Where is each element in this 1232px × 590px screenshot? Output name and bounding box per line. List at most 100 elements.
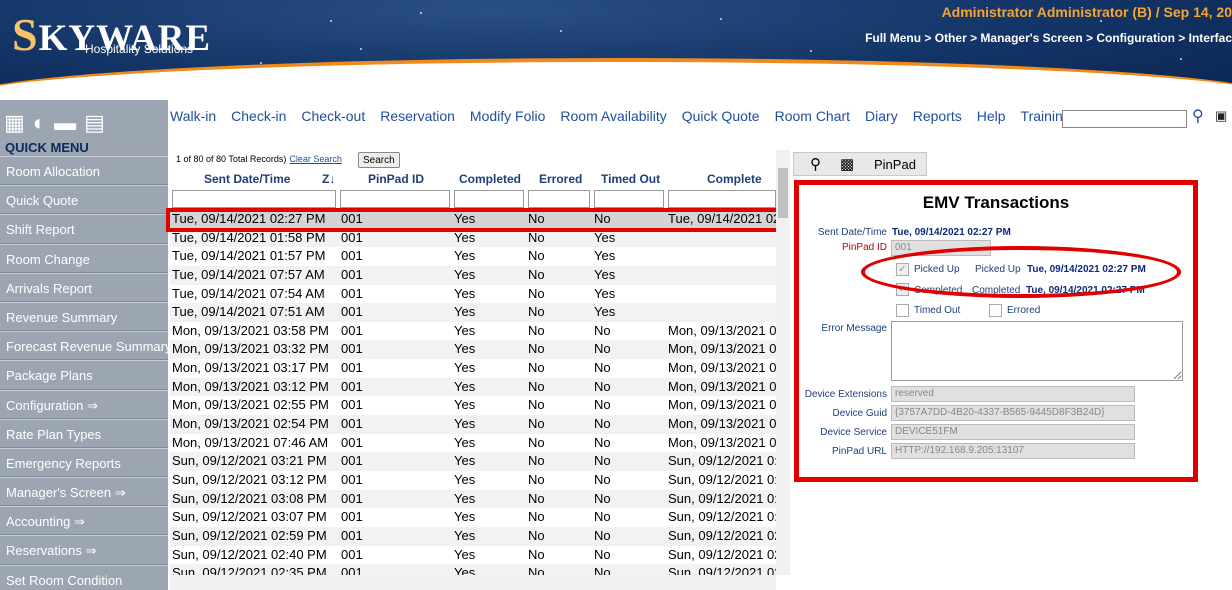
table-row[interactable]: Sun, 09/12/2021 03:08 PM 001 Yes No No Sun, 0… [170,489,776,509]
nav-modify-folio[interactable]: Modify Folio [470,108,545,128]
table-row[interactable]: Sun, 09/12/2021 03:07 PM 001 Yes No No Sun, 0… [170,508,776,527]
search-icon[interactable]: ⚲ [1192,106,1204,126]
table-row[interactable]: Sun, 09/12/2021 02:40 PM 001 Yes No No Sun, 0… [170,545,776,565]
table-row[interactable]: Sun, 09/12/2021 03:21 PM 001 Yes No No Sun, 0… [170,452,776,471]
filter-pinpad-id[interactable] [340,190,450,208]
sidebar: ▦ ◐ ▬ ▤ QUICK MENU Room Allocation Quick… [0,100,171,590]
sidebar-item-accounting[interactable]: Accounting ⇒ [0,506,168,536]
cell-pinpad-id: 001 [341,546,363,562]
logo-subtitle: Hospitality Solutions [85,42,194,56]
col-completed-date[interactable]: Complete [707,172,762,186]
nav-diary[interactable]: Diary [865,108,898,128]
nav-quick-quote[interactable]: Quick Quote [682,108,760,128]
col-pinpad-id[interactable]: PinPad ID [368,172,424,186]
col-completed[interactable]: Completed [459,172,521,186]
tab-pinpad[interactable]: PinPad [874,157,916,172]
device-service-field[interactable]: DEVICE51FM [891,424,1135,440]
breadcrumb[interactable]: Full Menu > Other > Manager's Screen > C… [865,31,1232,45]
table-row[interactable]: Mon, 09/13/2021 02:55 PM 001 Yes No No Mon, 0… [170,396,776,416]
grid-icon[interactable]: ▦ [4,110,25,136]
table-row[interactable]: Sun, 09/12/2021 03:12 PM 001 Yes No No Sun, 0… [170,470,776,490]
sidebar-item-arrivals-report[interactable]: Arrivals Report [0,272,168,302]
sidebar-item-rate-plan-types[interactable]: Rate Plan Types [0,418,168,448]
global-search-input[interactable] [1062,110,1187,128]
nav-room-chart[interactable]: Room Chart [775,108,850,128]
cell-completed: Yes [454,266,476,282]
table-row[interactable]: Mon, 09/13/2021 03:58 PM 001 Yes No No Mon, 0… [170,321,776,341]
nav-room-availability[interactable]: Room Availability [560,108,666,128]
gauge-icon[interactable]: ◐ [33,110,46,136]
cell-errored: No [528,471,545,487]
bars-icon[interactable]: ▬ [54,110,76,136]
sidebar-item-forecast-revenue[interactable]: Forecast Revenue Summary [0,331,171,361]
cell-pinpad-id: 001 [341,416,363,432]
timed-out-label: Timed Out [914,305,961,316]
table-row[interactable]: Mon, 09/13/2021 03:17 PM 001 Yes No No Mon, 0… [170,359,776,378]
table-row[interactable]: Tue, 09/14/2021 07:57 AM 001 Yes No Yes [170,265,776,285]
errored-label: Errored [1007,305,1041,316]
chart-icon[interactable]: ▤ [84,110,105,136]
sidebar-item-emergency-reports[interactable]: Emergency Reports [0,447,168,478]
cell-sent-date: Mon, 09/13/2021 02:54 PM [172,416,329,432]
nav-help[interactable]: Help [977,108,1006,128]
sort-icon[interactable]: Z↓ [322,172,335,186]
cell-sent-date: Mon, 09/13/2021 03:12 PM [172,378,329,394]
cell-timed-out: No [594,397,611,413]
device-extensions-field[interactable]: reserved [891,386,1135,402]
sidebar-item-managers-screen[interactable]: Manager's Screen ⇒ [0,477,168,507]
table-row[interactable]: Sun, 09/12/2021 02:59 PM 001 Yes No No Sun, 0… [170,526,776,546]
error-message-textarea[interactable] [891,321,1183,381]
nav-walk-in[interactable]: Walk-in [170,108,216,128]
sidebar-item-room-change[interactable]: Room Change [0,243,168,273]
cell-timed-out: No [594,434,611,450]
cell-completed: Yes [454,322,476,338]
nav-reports[interactable]: Reports [913,108,962,128]
cell-completed-date: Mon, 09/13/2021 0 [668,322,776,338]
errored-checkbox[interactable] [989,304,1002,317]
table-row[interactable]: Tue, 09/14/2021 07:51 AM 001 Yes No Yes [170,303,776,322]
col-timed-out[interactable]: Timed Out [601,172,660,186]
col-sent-date[interactable]: Sent Date/Time [204,172,290,186]
filter-timed-out[interactable] [594,190,664,208]
filter-errored[interactable] [528,190,590,208]
sidebar-item-package-plans[interactable]: Package Plans [0,360,168,390]
cell-timed-out: No [594,546,611,562]
sidebar-item-set-room-condition[interactable]: Set Room Condition [0,564,168,590]
grid-horizontal-scrollbar[interactable] [170,575,776,590]
clear-search-link[interactable]: Clear Search [289,154,342,164]
sidebar-item-configuration[interactable]: Configuration ⇒ [0,389,168,419]
filter-completed-date[interactable] [668,190,776,208]
sidebar-item-revenue-summary[interactable]: Revenue Summary [0,301,168,332]
top-nav: Walk-in Check-in Check-out Reservation M… [170,108,1086,128]
sidebar-item-quick-quote[interactable]: Quick Quote [0,185,168,215]
cell-completed: Yes [454,285,476,301]
col-errored[interactable]: Errored [539,172,582,186]
nav-check-in[interactable]: Check-in [231,108,286,128]
filter-completed[interactable] [454,190,524,208]
table-row[interactable]: Tue, 09/14/2021 07:54 AM 001 Yes No Yes [170,284,776,304]
cell-sent-date: Tue, 09/14/2021 07:57 AM [172,266,325,282]
nav-check-out[interactable]: Check-out [301,108,365,128]
grid-search-button[interactable]: Search [358,152,400,168]
cell-errored: No [528,304,545,320]
table-row[interactable]: Mon, 09/13/2021 02:54 PM 001 Yes No No Mon, 0… [170,415,776,434]
cell-pinpad-id: 001 [341,266,363,282]
nav-reservation[interactable]: Reservation [380,108,455,128]
sidebar-item-shift-report[interactable]: Shift Report [0,214,168,244]
table-row[interactable]: Mon, 09/13/2021 03:32 PM 001 Yes No No Mon, 0… [170,340,776,360]
sidebar-item-reservations[interactable]: Reservations ⇒ [0,535,168,565]
table-row[interactable]: Tue, 09/14/2021 01:57 PM 001 Yes No Yes [170,247,776,266]
table-row[interactable]: Mon, 09/13/2021 07:46 AM 001 Yes No No Mon, 0… [170,433,776,453]
device-guid-field[interactable]: {3757A7DD-4B20-4337-B565-9445D8F3B24D} [891,405,1135,421]
grid-vertical-scrollbar[interactable] [776,150,790,575]
device-icon[interactable]: ▩ [840,155,854,173]
pinpad-url-field[interactable]: HTTP://192.168.9.205:13107 [891,443,1135,459]
cell-errored: No [528,397,545,413]
sidebar-item-room-allocation[interactable]: Room Allocation [0,156,168,186]
timed-out-checkbox[interactable] [896,304,909,317]
filter-sent-date[interactable] [172,190,336,208]
camera-icon[interactable]: ▣ [1215,108,1227,124]
table-row[interactable]: Mon, 09/13/2021 03:12 PM 001 Yes No No Mon, 0… [170,377,776,397]
zoom-icon[interactable]: ⚲ [810,155,821,173]
cell-pinpad-id: 001 [341,322,363,338]
